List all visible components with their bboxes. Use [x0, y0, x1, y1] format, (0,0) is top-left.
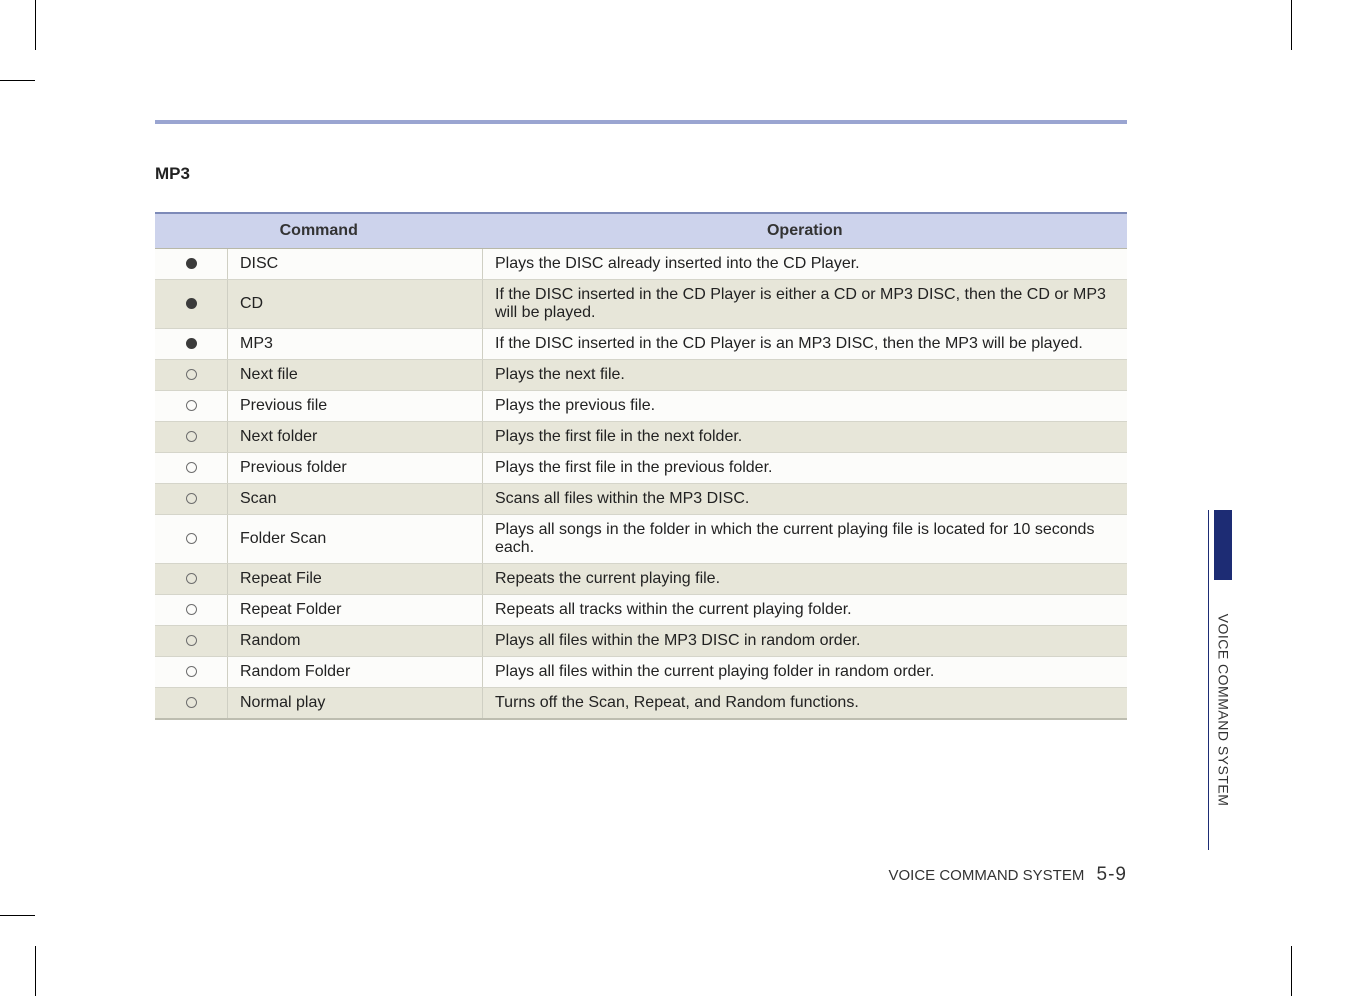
table-row: Next folderPlays the first file in the n… — [155, 422, 1127, 453]
table-row: Repeat FileRepeats the current playing f… — [155, 564, 1127, 595]
table-row: DISCPlays the DISC already inserted into… — [155, 249, 1127, 280]
crop-mark — [35, 946, 36, 996]
table-row: Normal playTurns off the Scan, Repeat, a… — [155, 688, 1127, 720]
crop-mark — [1291, 946, 1292, 996]
side-tab — [1214, 510, 1232, 580]
command-cell: Folder Scan — [228, 515, 483, 564]
command-cell: DISC — [228, 249, 483, 280]
command-cell: Normal play — [228, 688, 483, 720]
operation-cell: Plays all songs in the folder in which t… — [483, 515, 1128, 564]
row-marker — [155, 595, 228, 626]
filled-circle-icon — [186, 338, 197, 349]
table-row: Previous folderPlays the first file in t… — [155, 453, 1127, 484]
command-cell: Previous folder — [228, 453, 483, 484]
row-marker — [155, 515, 228, 564]
top-rule — [155, 120, 1127, 124]
row-marker — [155, 564, 228, 595]
operation-cell: If the DISC inserted in the CD Player is… — [483, 329, 1128, 360]
table-row: MP3If the DISC inserted in the CD Player… — [155, 329, 1127, 360]
operation-cell: Plays all files within the current playi… — [483, 657, 1128, 688]
table-row: ScanScans all files within the MP3 DISC. — [155, 484, 1127, 515]
table-row: Next filePlays the next file. — [155, 360, 1127, 391]
crop-mark — [35, 0, 36, 50]
hollow-circle-icon — [186, 493, 197, 504]
side-label-text: VOICE COMMAND SYSTEM — [1215, 614, 1231, 807]
operation-cell: If the DISC inserted in the CD Player is… — [483, 280, 1128, 329]
hollow-circle-icon — [186, 635, 197, 646]
operation-cell: Plays the first file in the next folder. — [483, 422, 1128, 453]
row-marker — [155, 422, 228, 453]
row-marker — [155, 484, 228, 515]
operation-cell: Plays all files within the MP3 DISC in r… — [483, 626, 1128, 657]
command-cell: Next folder — [228, 422, 483, 453]
hollow-circle-icon — [186, 573, 197, 584]
operation-cell: Plays the first file in the previous fol… — [483, 453, 1128, 484]
page-content: MP3 Command Operation DISCPlays the DISC… — [155, 120, 1127, 886]
command-cell: Random Folder — [228, 657, 483, 688]
command-cell: Repeat File — [228, 564, 483, 595]
operation-cell: Repeats all tracks within the current pl… — [483, 595, 1128, 626]
command-cell: MP3 — [228, 329, 483, 360]
row-marker — [155, 280, 228, 329]
footer-text: VOICE COMMAND SYSTEM — [889, 867, 1085, 884]
crop-mark — [0, 80, 35, 81]
command-cell: Random — [228, 626, 483, 657]
row-marker — [155, 391, 228, 422]
page-number: 5-9 — [1097, 864, 1127, 885]
operation-cell: Plays the DISC already inserted into the… — [483, 249, 1128, 280]
hollow-circle-icon — [186, 369, 197, 380]
row-marker — [155, 657, 228, 688]
row-marker — [155, 249, 228, 280]
crop-mark — [1291, 0, 1292, 50]
hollow-circle-icon — [186, 462, 197, 473]
row-marker — [155, 329, 228, 360]
page-footer: VOICE COMMAND SYSTEM 5-9 — [889, 864, 1128, 886]
row-marker — [155, 360, 228, 391]
hollow-circle-icon — [186, 400, 197, 411]
filled-circle-icon — [186, 258, 197, 269]
hollow-circle-icon — [186, 666, 197, 677]
hollow-circle-icon — [186, 604, 197, 615]
side-label: VOICE COMMAND SYSTEM — [1214, 585, 1232, 835]
side-tab-divider — [1208, 510, 1209, 850]
header-command: Command — [155, 213, 483, 249]
section-title: MP3 — [155, 164, 1127, 184]
row-marker — [155, 688, 228, 720]
row-marker — [155, 626, 228, 657]
operation-cell: Scans all files within the MP3 DISC. — [483, 484, 1128, 515]
operation-cell: Repeats the current playing file. — [483, 564, 1128, 595]
table-row: Random FolderPlays all files within the … — [155, 657, 1127, 688]
operation-cell: Plays the previous file. — [483, 391, 1128, 422]
row-marker — [155, 453, 228, 484]
command-cell: Previous file — [228, 391, 483, 422]
table-row: CDIf the DISC inserted in the CD Player … — [155, 280, 1127, 329]
command-cell: Repeat Folder — [228, 595, 483, 626]
hollow-circle-icon — [186, 533, 197, 544]
command-table: Command Operation DISCPlays the DISC alr… — [155, 212, 1127, 720]
command-cell: Next file — [228, 360, 483, 391]
header-operation: Operation — [483, 213, 1128, 249]
filled-circle-icon — [186, 298, 197, 309]
table-row: Repeat FolderRepeats all tracks within t… — [155, 595, 1127, 626]
operation-cell: Turns off the Scan, Repeat, and Random f… — [483, 688, 1128, 720]
operation-cell: Plays the next file. — [483, 360, 1128, 391]
hollow-circle-icon — [186, 431, 197, 442]
crop-mark — [0, 915, 35, 916]
table-row: RandomPlays all files within the MP3 DIS… — [155, 626, 1127, 657]
command-cell: Scan — [228, 484, 483, 515]
hollow-circle-icon — [186, 697, 197, 708]
command-cell: CD — [228, 280, 483, 329]
table-row: Folder ScanPlays all songs in the folder… — [155, 515, 1127, 564]
table-row: Previous filePlays the previous file. — [155, 391, 1127, 422]
